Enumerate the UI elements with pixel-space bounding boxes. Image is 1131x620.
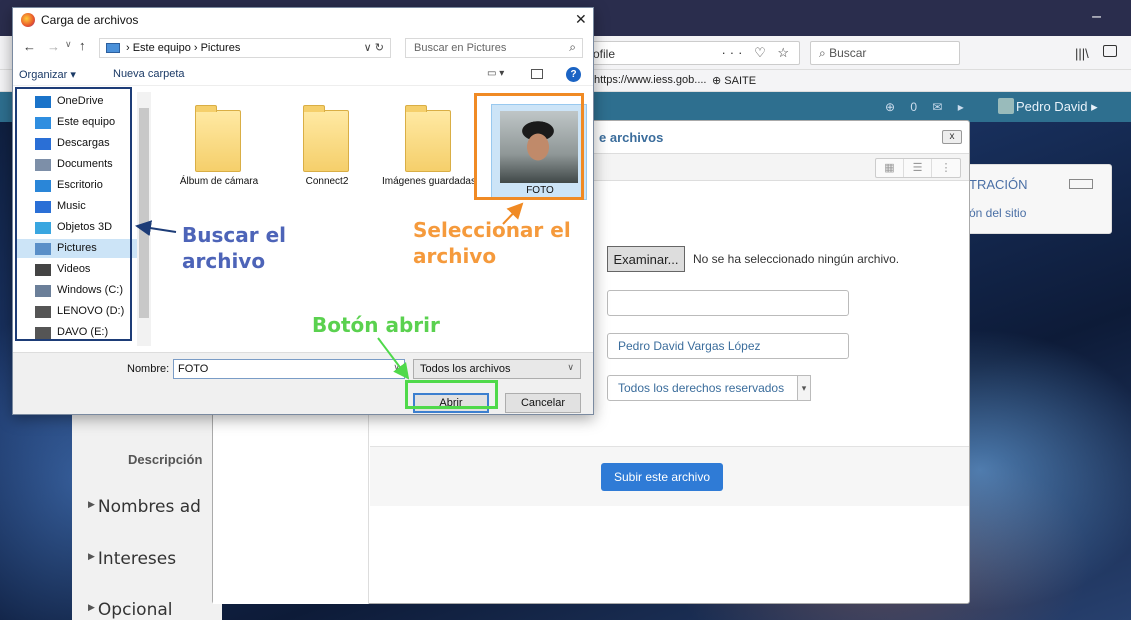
browse-button[interactable]: Examinar... — [607, 246, 685, 272]
minimize-icon[interactable]: – — [1092, 8, 1101, 26]
save-as-field[interactable] — [607, 290, 849, 316]
annotation-open-button: Botón abrir — [312, 313, 440, 337]
filename-input[interactable]: FOTO ∨ — [173, 359, 405, 379]
chevron-down-icon: ∨ — [567, 362, 574, 372]
chevron-down-icon[interactable]: ∨ — [393, 362, 400, 373]
firefox-icon — [21, 13, 35, 27]
url-text: ofile — [593, 47, 616, 61]
pictures-folder-icon — [106, 43, 120, 53]
dialog-title: Carga de archivos — [41, 13, 139, 27]
navigation-scrollbar[interactable] — [137, 92, 151, 346]
section-label: Opcional — [97, 600, 173, 620]
admin-block-title: TRACIÓN — [969, 177, 1028, 192]
chevron-down-icon: ▾ — [797, 375, 811, 401]
sidebar-icon[interactable] — [1103, 45, 1117, 57]
browser-search-placeholder: Buscar — [829, 46, 867, 60]
grid-view-icon[interactable]: ▦ — [876, 159, 904, 177]
file-label: Imágenes guardadas — [382, 176, 476, 187]
expand-icon: ▶ — [88, 552, 95, 562]
user-menu[interactable]: Pedro David ▸ — [998, 98, 1098, 115]
folder-icon — [303, 105, 349, 172]
author-field[interactable]: Pedro David Vargas López — [607, 333, 849, 359]
admin-block: TRACIÓN ón del sitio — [960, 164, 1112, 234]
back-arrow-icon[interactable]: ← — [23, 39, 36, 54]
header-notification-icons[interactable]: ⊕ 0 ✉ ▸ — [885, 100, 970, 114]
section-intereses[interactable]: ▶ Intereses — [88, 549, 176, 569]
browser-search-box[interactable]: ⌕ Buscar — [810, 41, 960, 65]
block-controls-icon[interactable] — [1069, 179, 1093, 189]
folder-imagenes-guardadas[interactable]: Imágenes guardadas — [381, 94, 477, 206]
upload-file-button[interactable]: Subir este archivo — [601, 463, 723, 491]
cancel-button[interactable]: Cancelar — [505, 393, 581, 413]
annotation-search-file: Buscar el archivo — [182, 223, 286, 273]
avatar — [998, 98, 1014, 114]
file-type-select[interactable]: Todos los archivos ∨ — [413, 359, 581, 379]
forward-arrow-icon[interactable]: → — [47, 39, 60, 54]
bookmark-saite[interactable]: ⊕ SAITE — [712, 74, 756, 87]
section-opcional[interactable]: ▶ Opcional — [88, 600, 172, 620]
annotation-box-file — [474, 93, 584, 200]
folder-icon — [195, 105, 241, 172]
browse-status: No se ha seleccionado ningún archivo. — [693, 252, 900, 266]
filename-label: Nombre: — [127, 363, 170, 375]
breadcrumb[interactable]: › Este equipo › Pictures — [126, 42, 240, 54]
section-label: Intereses — [97, 549, 177, 569]
change-view-icon[interactable]: ▭ ▾ — [487, 68, 504, 79]
search-icon: ⌕ — [819, 46, 830, 60]
section-label: Nombres ad — [97, 497, 201, 517]
list-view-icon[interactable]: ☰ — [904, 159, 932, 177]
file-label: Álbum de cámara — [179, 176, 259, 187]
annotation-box-open — [405, 380, 498, 409]
file-label: Connect2 — [305, 176, 349, 187]
scrollbar-thumb[interactable] — [139, 108, 149, 318]
dialog-footer: Nombre: FOTO ∨ Todos los archivos ∨ Abri… — [13, 352, 593, 414]
bookmark-iess[interactable]: https://www.iess.gob.... — [594, 74, 707, 86]
license-value: Todos los derechos reservados — [618, 381, 785, 395]
modal-title: e archivos — [599, 130, 664, 145]
folder-icon — [405, 105, 451, 172]
admin-block-link[interactable]: ón del sitio — [969, 206, 1026, 220]
close-icon[interactable]: ✕ — [575, 11, 587, 28]
dialog-search-placeholder: Buscar en Pictures — [414, 42, 507, 54]
description-label: Descripción — [128, 452, 203, 467]
help-icon[interactable]: ? — [566, 67, 581, 82]
license-select[interactable]: Todos los derechos reservados ▾ — [607, 375, 811, 401]
address-row: ← → ∨ ↑ › Este equipo › Pictures ∨ ↻ Bus… — [13, 36, 593, 60]
expand-icon: ▶ — [88, 603, 95, 613]
folder-album-camara[interactable]: Álbum de cámara — [171, 94, 267, 206]
view-mode-buttons: ▦ ☰ ⋮ — [875, 158, 961, 178]
bookmark-saite-label: SAITE — [724, 75, 757, 87]
page-actions-icons[interactable]: ··· ♡ ☆ — [721, 45, 793, 61]
dialog-titlebar: Carga de archivos ✕ — [13, 8, 593, 32]
recent-locations-icon[interactable]: ∨ — [65, 39, 72, 50]
address-bar[interactable]: › Este equipo › Pictures ∨ ↻ — [99, 38, 391, 58]
section-nombres[interactable]: ▶ Nombres ad — [88, 497, 201, 517]
filename-value: FOTO — [178, 363, 209, 375]
command-bar: Organizar ▾ Nueva carpeta ▭ ▾ ? — [13, 64, 593, 86]
expand-icon: ▶ — [88, 500, 95, 510]
close-icon[interactable]: x — [942, 130, 962, 144]
search-icon: ⌕ — [569, 40, 576, 54]
up-arrow-icon[interactable]: ↑ — [79, 38, 86, 53]
annotation-box-navigation — [15, 87, 132, 341]
refresh-icon[interactable]: ∨ ↻ — [364, 41, 384, 54]
new-folder-button[interactable]: Nueva carpeta — [113, 68, 185, 80]
file-type-value: Todos los archivos — [420, 363, 511, 375]
user-name: Pedro David ▸ — [1016, 99, 1098, 114]
dialog-search-input[interactable]: Buscar en Pictures ⌕ — [405, 38, 583, 58]
library-icon[interactable]: |||\ — [1075, 46, 1089, 61]
globe-icon: ⊕ — [712, 75, 725, 87]
annotation-select-file: Seleccionar el archivo — [413, 218, 571, 268]
preview-pane-icon[interactable] — [531, 69, 543, 79]
folder-connect2[interactable]: Connect2 — [279, 94, 375, 206]
organize-menu[interactable]: Organizar ▾ — [19, 68, 76, 81]
tree-view-icon[interactable]: ⋮ — [932, 159, 960, 177]
